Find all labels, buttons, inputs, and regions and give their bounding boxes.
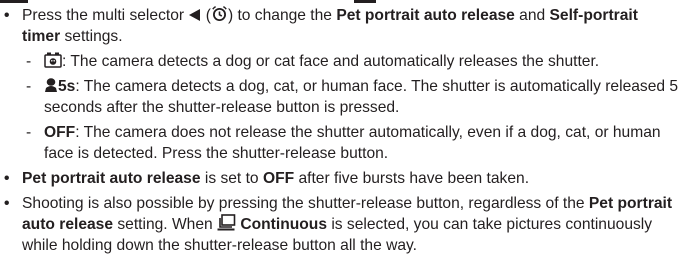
text-run: Shooting is also possible by pressing th… — [22, 195, 589, 212]
bold-term: 5s — [58, 78, 76, 95]
document-body: • Press the multi selector ( ) to change t… — [0, 5, 680, 260]
sub-item: - : The camera detects a dog or cat face … — [0, 51, 680, 72]
bullet-text: Press the multi selector ( ) to change th… — [22, 5, 638, 45]
sub-item-text: : The camera detects a dog or cat face a… — [44, 52, 600, 70]
sub-item-text: OFF: The camera does not release the shu… — [44, 124, 661, 162]
pet-portrait-auto-release-icon — [44, 52, 62, 68]
sub-item-dash: - — [26, 78, 32, 95]
header-mark — [354, 0, 376, 3]
bullet-dot: • — [4, 7, 10, 24]
self-portrait-timer-icon — [44, 77, 58, 93]
bold-term: OFF — [44, 124, 76, 141]
sub-item-dash: - — [26, 124, 32, 141]
bullet-dot: • — [4, 170, 10, 187]
sub-item-dash: - — [26, 53, 32, 70]
text-run: ( — [201, 7, 211, 24]
bullet-item: • Pet portrait auto release is set to OFF… — [0, 168, 680, 189]
text-run: setting. When — [113, 216, 218, 233]
text-run: : The camera detects a dog or cat face a… — [62, 53, 600, 70]
self-timer-icon — [211, 5, 228, 22]
continuous-icon — [217, 214, 236, 231]
bold-term: Pet portrait auto release — [22, 170, 201, 187]
bold-term: Continuous — [240, 216, 327, 233]
bullet-text: Pet portrait auto release is set to OFF … — [22, 170, 529, 187]
sub-item: -5s: The camera detects a dog, cat, or h… — [0, 76, 680, 118]
bullet-item: • Press the multi selector ( ) to change t… — [0, 5, 680, 47]
bullet-dot: • — [4, 195, 10, 212]
bullet-text: Shooting is also possible by pressing th… — [22, 195, 672, 254]
bold-term: Pet portrait auto release — [336, 7, 515, 24]
text-run: Press the multi selector — [22, 7, 189, 24]
text-run: : The camera detects a dog, cat, or huma… — [44, 78, 679, 116]
section-marker — [0, 0, 28, 3]
top-rule — [0, 0, 686, 4]
text-run: ) to change the — [227, 7, 337, 24]
text-run: : The camera does not release the shutte… — [44, 124, 661, 162]
sub-item: - OFF: The camera does not release the sh… — [0, 122, 680, 164]
text-run: settings. — [60, 28, 123, 45]
multi-selector-left-icon — [188, 8, 201, 22]
bold-term: OFF — [262, 170, 295, 187]
sub-item-text: 5s: The camera detects a dog, cat, or hu… — [44, 78, 678, 116]
text-run: after five bursts have been taken. — [294, 170, 530, 187]
text-run: and — [514, 7, 550, 24]
text-run: is set to — [200, 170, 263, 187]
bullet-item: • Shooting is also possible by pressing t… — [0, 193, 680, 256]
